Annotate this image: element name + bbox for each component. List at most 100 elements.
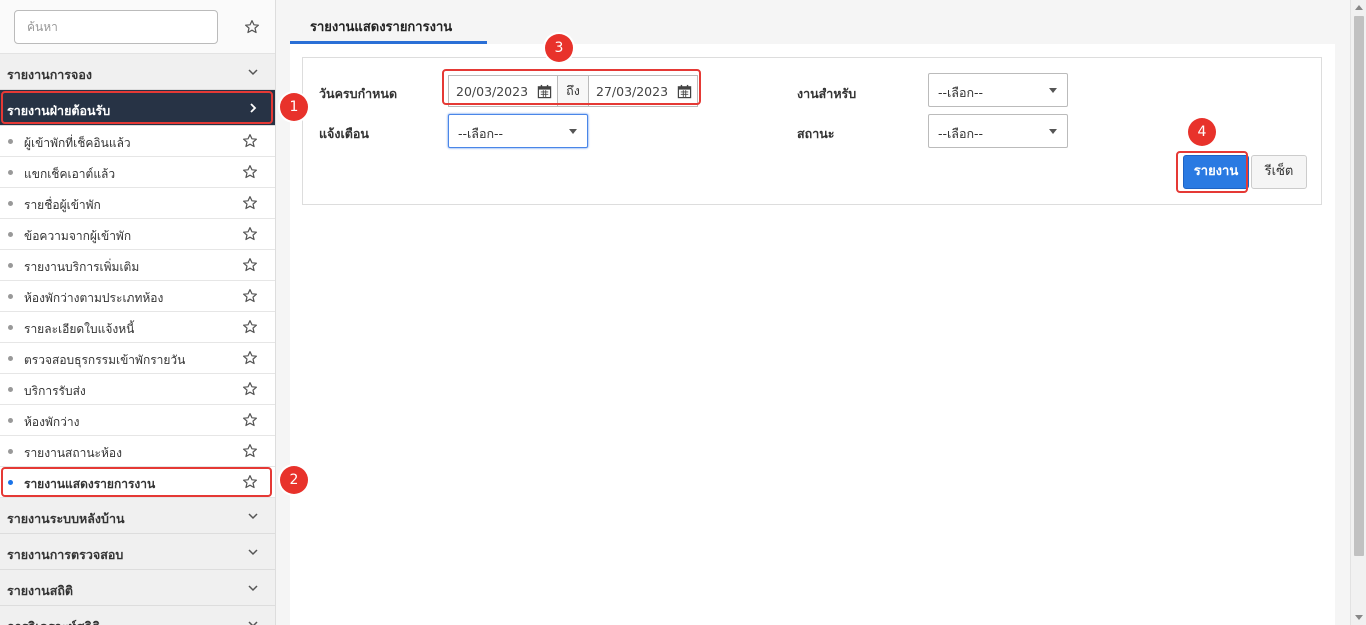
step-badge: 2 [280,466,308,494]
bullet-icon [8,294,13,299]
sidebar-item-label: ห้องพักว่างตามประเภทห้อง [24,291,164,305]
star-icon[interactable] [242,195,258,211]
select-value: --เลือก-- [938,85,984,100]
sidebar-item[interactable]: ห้องพักว่างตามประเภทห้อง [0,281,275,312]
sidebar-item-label: ผู้เข้าพักที่เช็คอินแล้ว [24,136,131,150]
report-button[interactable]: รายงาน [1183,155,1249,189]
sidebar-search-row [0,0,275,54]
sidebar-group-statistics-reports[interactable]: รายงานสถิติ [0,570,275,606]
star-icon[interactable] [242,288,258,304]
star-icon[interactable] [242,226,258,242]
sidebar-item[interactable]: ตรวจสอบธุรกรรมเข้าพักรายวัน [0,343,275,374]
sidebar-item[interactable]: รายละเอียดใบแจ้งหนี้ [0,312,275,343]
bullet-icon [8,480,13,485]
date-to-input[interactable]: 27/03/2023 [588,75,698,107]
date-range-to-label: ถึง [558,75,588,107]
scroll-down-icon[interactable] [1355,615,1363,620]
star-icon[interactable] [242,319,258,335]
star-icon[interactable] [242,164,258,180]
reset-button[interactable]: รีเซ็ต [1251,155,1307,189]
sidebar-item[interactable]: รายงานบริการเพิ่มเติม [0,250,275,281]
star-icon[interactable] [242,474,258,490]
report-panel: วันครบกำหนด 20/03/2023 ถึง 27/03/2023 งา… [290,44,1335,625]
step-badge: 4 [1188,118,1216,146]
star-icon[interactable] [242,381,258,397]
star-icon[interactable] [242,350,258,366]
tab-job-list-report[interactable]: รายงานแสดงรายการงาน [290,0,487,44]
status-label: สถานะ [797,126,835,141]
chevron-down-icon [247,66,259,78]
caret-down-icon [1049,88,1057,93]
star-icon[interactable] [242,443,258,459]
sidebar-item[interactable]: แขกเช็คเอาต์แล้ว [0,157,275,188]
sidebar-item[interactable]: ข้อความจากผู้เข้าพัก [0,219,275,250]
due-date-label: วันครบกำหนด [319,86,398,101]
step-badge: 1 [280,93,308,121]
star-icon[interactable] [242,412,258,428]
sidebar-item-label: แขกเช็คเอาต์แล้ว [24,167,116,181]
sidebar-item[interactable]: รายชื่อผู้เข้าพัก [0,188,275,219]
select-value: --เลือก-- [458,126,504,141]
bullet-icon [8,449,13,454]
status-select[interactable]: --เลือก-- [928,114,1068,148]
filter-form: วันครบกำหนด 20/03/2023 ถึง 27/03/2023 งา… [302,57,1322,205]
bullet-icon [8,418,13,423]
sidebar-group-statistics-analysis[interactable]: การวิเคราะห์สถิติ [0,606,275,625]
sidebar-item-label: รายงานบริการเพิ่มเติม [24,260,140,274]
tab-bar: รายงานแสดงรายการงาน [290,0,1350,44]
sidebar-item-label: ตรวจสอบธุรกรรมเข้าพักรายวัน [24,353,186,367]
calendar-icon[interactable] [537,84,552,99]
star-icon[interactable] [244,19,260,35]
sidebar: รายงานการจอง รายงานฝ่ายต้อนรับ ผู้เข้าพั… [0,0,276,625]
chevron-down-icon [247,618,259,625]
bullet-icon [8,325,13,330]
sidebar-group-label: รายงานฝ่ายต้อนรับ [7,103,111,118]
sidebar-item[interactable]: ห้องพักว่าง [0,405,275,436]
tab-label: รายงานแสดงรายการงาน [310,20,453,35]
bullet-icon [8,387,13,392]
notify-label: แจ้งเตือน [319,126,369,141]
sidebar-group-back-office-reports[interactable]: รายงานระบบหลังบ้าน [0,498,275,534]
sidebar-item-label: ข้อความจากผู้เข้าพัก [24,229,132,243]
chevron-right-icon [247,102,259,114]
sidebar-item[interactable]: บริการรับส่ง [0,374,275,405]
chevron-down-icon [247,510,259,522]
star-icon[interactable] [242,257,258,273]
sidebar-group-label: การวิเคราะห์สถิติ [7,617,100,625]
sidebar-group-label: รายงานการจอง [7,67,92,82]
bullet-icon [8,139,13,144]
select-value: --เลือก-- [938,126,984,141]
chevron-down-icon [247,582,259,594]
calendar-icon[interactable] [677,84,692,99]
date-from-input[interactable]: 20/03/2023 [448,75,558,107]
sidebar-group-audit-reports[interactable]: รายงานการตรวจสอบ [0,534,275,570]
search-input[interactable] [14,10,218,44]
sidebar-item-label: รายงานสถานะห้อง [24,446,122,460]
sidebar-group-label: รายงานระบบหลังบ้าน [7,511,125,526]
page-scrollbar[interactable] [1350,0,1366,625]
notify-select[interactable]: --เลือก-- [448,114,588,148]
sidebar-item-label: บริการรับส่ง [24,384,86,398]
sidebar-item[interactable]: รายงานสถานะห้อง [0,436,275,467]
sidebar-group-reservation-reports[interactable]: รายงานการจอง [0,54,275,90]
sidebar-item-label: ห้องพักว่าง [24,415,80,429]
sidebar-item[interactable]: ผู้เข้าพักที่เช็คอินแล้ว [0,126,275,157]
sidebar-item-label: รายละเอียดใบแจ้งหนี้ [24,322,135,336]
scrollbar-thumb[interactable] [1354,16,1364,556]
sidebar-item-job-list-report[interactable]: รายงานแสดงรายการงาน [0,467,275,498]
bullet-icon [8,170,13,175]
sidebar-group-label: รายงานการตรวจสอบ [7,547,124,562]
star-icon[interactable] [242,133,258,149]
scroll-up-icon[interactable] [1355,5,1363,10]
job-for-select[interactable]: --เลือก-- [928,73,1068,107]
chevron-down-icon [247,546,259,558]
bullet-icon [8,201,13,206]
job-for-label: งานสำหรับ [797,86,857,101]
bullet-icon [8,356,13,361]
caret-down-icon [1049,129,1057,134]
sidebar-group-label: รายงานสถิติ [7,583,74,598]
date-to-value: 27/03/2023 [596,84,669,99]
bullet-icon [8,232,13,237]
date-from-value: 20/03/2023 [456,84,529,99]
sidebar-group-front-desk-reports[interactable]: รายงานฝ่ายต้อนรับ [0,90,275,126]
